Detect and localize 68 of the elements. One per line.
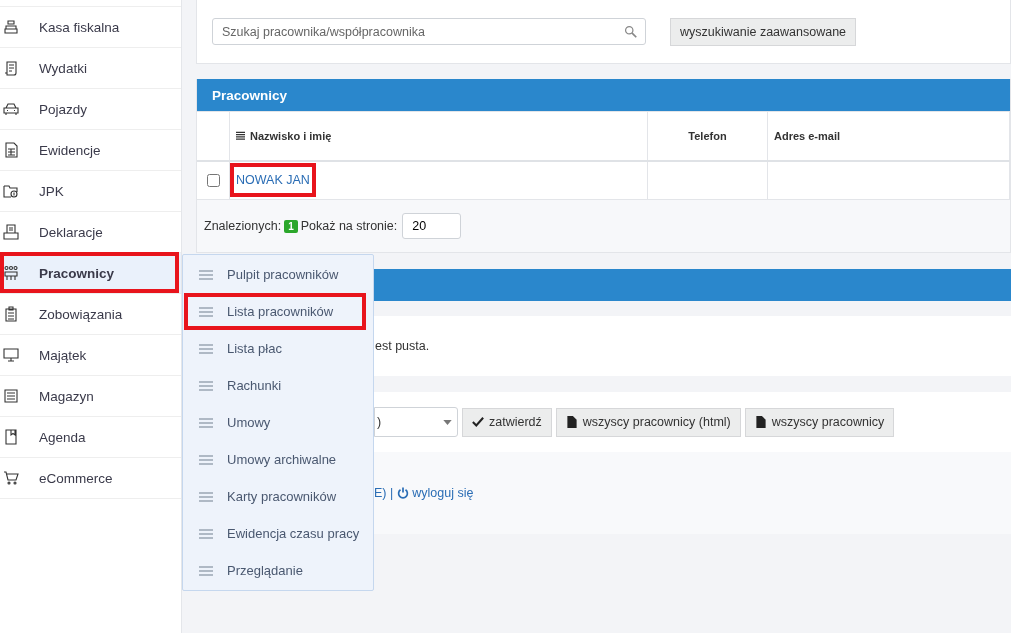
menu-item[interactable]: Lista pracowników (183, 293, 373, 330)
sidebar-item[interactable]: Deklaracje (0, 212, 181, 253)
count-badge: 1 (284, 219, 298, 233)
car-icon (3, 101, 19, 117)
per-page-label: Pokaż na stronie: (300, 219, 398, 233)
search-field[interactable]: Szukaj pracownika/współpracownika (212, 18, 646, 45)
row-checkbox[interactable] (207, 173, 220, 187)
menu-item[interactable]: Pulpit pracowników (183, 256, 373, 293)
monitor-icon (3, 347, 19, 363)
per-page-field[interactable]: 20 (402, 213, 462, 239)
list-icon (3, 388, 19, 404)
file-icon (754, 416, 767, 428)
folder-icon (3, 183, 19, 199)
logout-link[interactable]: wyloguj się (397, 486, 474, 500)
empty-message: est pusta. (375, 339, 430, 353)
menu-icon (199, 269, 213, 280)
column-header[interactable]: Telefon (688, 129, 727, 142)
tray-icon (3, 224, 19, 240)
bookmark-icon (3, 429, 19, 445)
menu-item[interactable]: Umowy (183, 404, 373, 441)
panel-title: Pracownicy (212, 87, 288, 103)
sidebar-item[interactable]: Agenda (0, 417, 181, 458)
sidebar-item[interactable]: Ewidencje (0, 130, 181, 171)
footer-text: E) | (374, 486, 394, 500)
menu-icon (199, 306, 213, 317)
menu-item[interactable]: Przeglądanie (183, 552, 373, 589)
found-label: Znalezionych: (204, 219, 282, 233)
clipboard-icon (3, 306, 19, 322)
advanced-search-button[interactable]: wyszukiwanie zaawansowane (670, 17, 857, 46)
receipt-icon (3, 60, 19, 76)
menu-item[interactable]: Lista płac (183, 330, 373, 367)
sidebar-item[interactable]: JPK (0, 171, 181, 212)
menu-icon (199, 417, 213, 428)
menu-item[interactable]: Rachunki (183, 367, 373, 404)
column-header[interactable]: Nazwisko i imię (250, 129, 332, 142)
document-icon (3, 142, 19, 158)
sidebar-item[interactable]: Kasa fiskalna (0, 7, 181, 48)
power-icon (397, 487, 410, 499)
check-icon (472, 416, 484, 428)
sidebar-item[interactable]: Pojazdy (0, 89, 181, 130)
caret-icon (443, 419, 452, 425)
sidebar-item[interactable]: Wydatki (0, 48, 181, 89)
action-button[interactable]: wszyscy pracownicy (html) (555, 407, 741, 437)
sidebar-item[interactable]: Magazyn (0, 376, 181, 417)
menu-icon (199, 454, 213, 465)
action-button[interactable]: wszyscy pracownicy (744, 407, 895, 437)
menu-item[interactable]: Umowy archiwalne (183, 441, 373, 478)
menu-icon (199, 380, 213, 391)
column-header[interactable]: Adres e-mail (774, 129, 841, 142)
sidebar-item[interactable]: Zobowiązania (0, 294, 181, 335)
menu-icon (199, 343, 213, 354)
people-icon (3, 265, 19, 281)
cash-register-icon (3, 19, 19, 35)
menu-icon (199, 565, 213, 576)
sidebar-item[interactable]: eCommerce (0, 458, 181, 499)
action-button[interactable]: zatwierdź (462, 407, 552, 437)
menu-item[interactable]: Ewidencja czasu pracy (183, 515, 373, 552)
list-icon (236, 131, 245, 140)
employee-link[interactable]: NOWAK JAN (236, 173, 310, 188)
menu-item[interactable]: Karty pracowników (183, 478, 373, 515)
cart-icon (3, 470, 19, 486)
menu-icon (199, 528, 213, 539)
select-field[interactable]: ) (374, 407, 458, 437)
search-icon (624, 25, 638, 39)
sidebar-item[interactable]: Pracownicy (0, 253, 181, 294)
sidebar-item[interactable]: Majątek (0, 335, 181, 376)
file-icon (565, 416, 578, 428)
menu-icon (199, 491, 213, 502)
